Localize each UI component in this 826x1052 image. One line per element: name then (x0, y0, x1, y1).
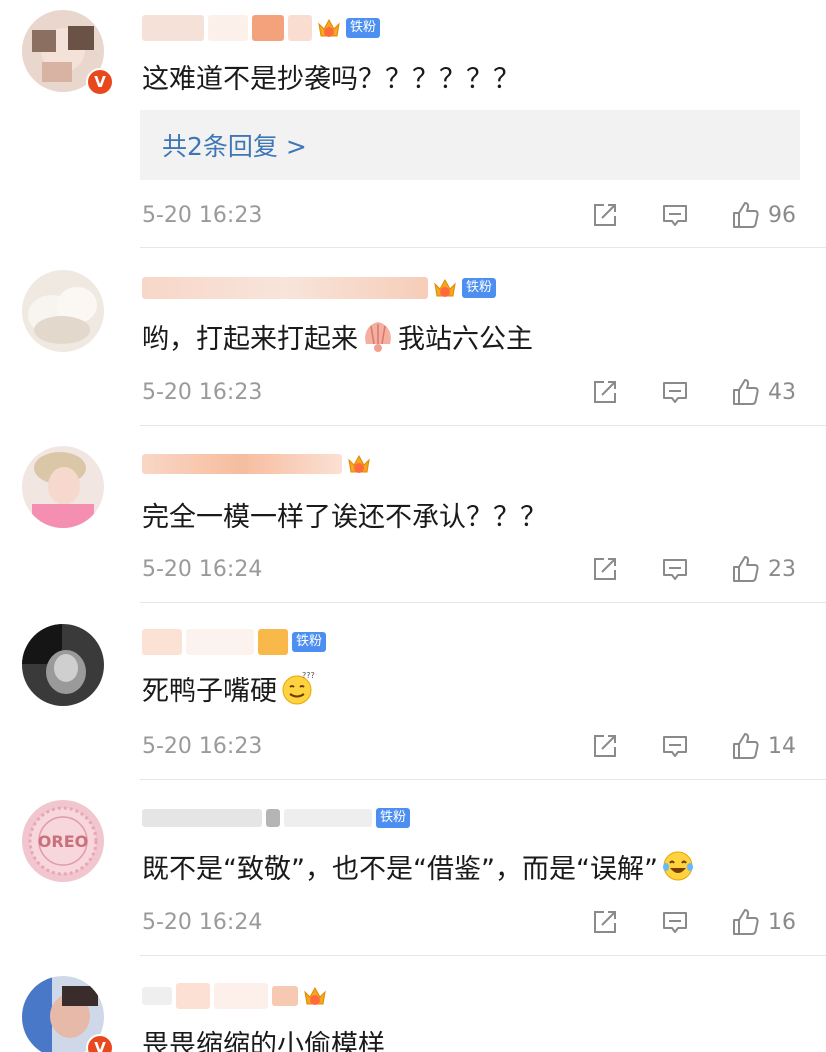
verified-badge-icon: V (86, 1034, 114, 1052)
crown-icon (316, 15, 342, 41)
svg-text:???: ??? (302, 671, 315, 680)
comment-icon[interactable] (660, 554, 690, 584)
comment-time: 5-20 16:23 (142, 379, 263, 405)
crown-icon (432, 275, 458, 301)
share-icon[interactable] (590, 731, 620, 761)
confused-smile-emoji-icon: ??? (282, 671, 315, 705)
like-count: 14 (768, 733, 796, 759)
comment-text: 死鸭子嘴硬 ??? (142, 668, 317, 708)
comment-text: 这难道不是抄袭吗？？？？？？ (142, 63, 520, 95)
comment-icon[interactable] (660, 731, 690, 761)
avatar[interactable]: OREO (22, 800, 104, 882)
comment-icon[interactable] (660, 907, 690, 937)
comment-meta: 5-20 16:23 96 (142, 200, 802, 230)
username-redacted (176, 983, 210, 1009)
username[interactable]: 铁粉 (142, 802, 411, 834)
shell-emoji-icon (365, 322, 391, 352)
username-redacted (288, 15, 312, 41)
comment-text: 哟，打起来打起来 我站六公主 (142, 316, 533, 356)
like-count: 23 (768, 556, 796, 582)
thumbs-up-icon[interactable] (730, 907, 760, 937)
thumbs-up-icon[interactable] (730, 731, 760, 761)
comment-text-part: 哟，打起来打起来 (142, 323, 358, 355)
comment-icon[interactable] (660, 377, 690, 407)
thumbs-up-icon[interactable] (730, 200, 760, 230)
share-icon[interactable] (590, 200, 620, 230)
like-count: 16 (768, 909, 796, 935)
comment-text: 畏畏缩缩的小偷模样 (142, 1029, 385, 1052)
share-icon[interactable] (590, 907, 620, 937)
comment-text: 完全一模一样了诶还不承认？？？ (142, 501, 547, 533)
username-redacted (142, 454, 342, 474)
fan-badge: 铁粉 (376, 808, 411, 828)
comment-meta: 5-20 16:24 23 (142, 554, 802, 584)
comment-text-part: 死鸭子嘴硬 (142, 675, 277, 707)
username-redacted (258, 629, 288, 655)
comment-time: 5-20 16:24 (142, 909, 263, 935)
divider (140, 247, 826, 248)
avatar[interactable] (22, 624, 104, 706)
username-redacted (252, 15, 284, 41)
username[interactable]: 铁粉 (142, 272, 497, 304)
username-redacted (142, 15, 204, 41)
username-redacted (272, 986, 298, 1006)
comment-text-part: 我站六公主 (398, 323, 533, 355)
comment-actions: 14 (590, 731, 802, 761)
comment-meta: 5-20 16:23 14 (142, 731, 802, 761)
view-replies-button[interactable]: 共2条回复 > (140, 110, 800, 180)
fan-badge: 铁粉 (462, 278, 497, 298)
username-redacted (142, 277, 428, 299)
comment-icon[interactable] (660, 200, 690, 230)
username-redacted (284, 809, 372, 827)
username-redacted (142, 629, 182, 655)
share-icon[interactable] (590, 377, 620, 407)
comment-actions: 96 (590, 200, 802, 230)
divider (140, 779, 826, 780)
comment-time: 5-20 16:23 (142, 733, 263, 759)
comment-actions: 23 (590, 554, 802, 584)
fan-badge: 铁粉 (346, 18, 381, 38)
divider (140, 425, 826, 426)
thumbs-up-icon[interactable] (730, 554, 760, 584)
like-count: 43 (768, 379, 796, 405)
fan-badge: 铁粉 (292, 632, 327, 652)
username-redacted (266, 809, 280, 827)
avatar[interactable] (22, 446, 104, 528)
comment-meta: 5-20 16:23 43 (142, 377, 802, 407)
comment-text-part: 既不是“致敬”，也不是“借鉴”，而是“误解” (142, 853, 658, 885)
username[interactable]: 铁粉 (142, 626, 327, 658)
laughing-tears-emoji-icon (662, 851, 693, 881)
username[interactable]: 铁粉 (142, 12, 381, 44)
username-redacted (142, 809, 262, 827)
comment-time: 5-20 16:24 (142, 556, 263, 582)
comment-text: 既不是“致敬”，也不是“借鉴”，而是“误解” (142, 846, 698, 886)
like-count: 96 (768, 202, 796, 228)
avatar-text: OREO (38, 832, 88, 851)
thumbs-up-icon[interactable] (730, 377, 760, 407)
share-icon[interactable] (590, 554, 620, 584)
username-redacted (208, 15, 248, 41)
divider (140, 955, 826, 956)
verified-badge-icon: V (86, 68, 114, 96)
comment-meta: 5-20 16:24 16 (142, 907, 802, 937)
crown-icon (346, 451, 372, 477)
comment-time: 5-20 16:23 (142, 202, 263, 228)
avatar[interactable] (22, 270, 104, 352)
username-redacted (214, 983, 268, 1009)
username[interactable] (142, 980, 328, 1012)
username[interactable] (142, 448, 372, 480)
username-redacted (186, 629, 254, 655)
comment-actions: 43 (590, 377, 802, 407)
divider (140, 602, 826, 603)
username-redacted (142, 987, 172, 1005)
comment-actions: 16 (590, 907, 802, 937)
crown-icon (302, 983, 328, 1009)
